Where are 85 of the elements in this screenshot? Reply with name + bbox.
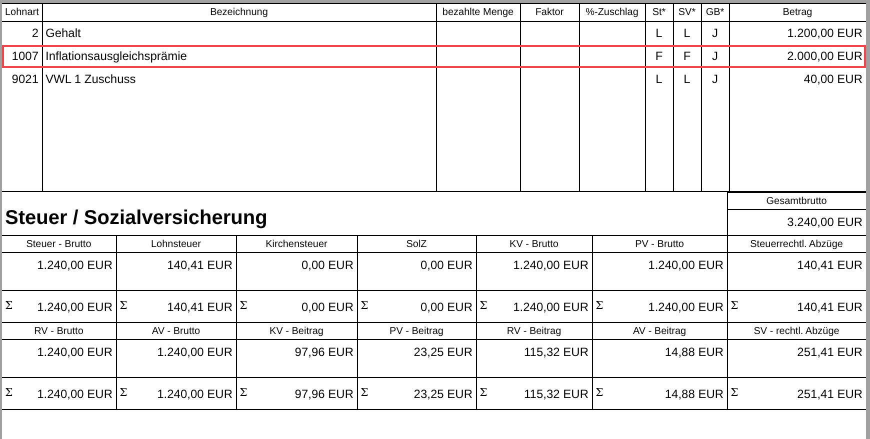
field-label: RV - Beitrag bbox=[476, 322, 592, 340]
sum-sign: Σ bbox=[360, 385, 368, 402]
column-header: %-Zuschlag bbox=[579, 4, 645, 22]
sum-value: 1.240,00 EUR bbox=[648, 298, 724, 316]
sum-value: 140,41 EUR bbox=[167, 298, 232, 316]
sum-value: 1.240,00 EUR bbox=[37, 298, 112, 316]
field-label: RV - Brutto bbox=[2, 322, 116, 340]
sum-sign: Σ bbox=[5, 298, 13, 314]
field-label: KV - Beitrag bbox=[236, 322, 357, 340]
field-label: PV - Brutto bbox=[592, 236, 728, 252]
sum-value: 251,41 EUR bbox=[797, 386, 863, 402]
sum-sign: Σ bbox=[730, 385, 738, 402]
table-cell: 2.000,00 EUR bbox=[729, 44, 866, 68]
field-label: SolZ bbox=[357, 236, 476, 252]
field-label: Lohnsteuer bbox=[116, 236, 236, 252]
column-header: St* bbox=[645, 4, 673, 22]
field-value: 1.240,00 EUR bbox=[2, 340, 116, 378]
table-cell: F bbox=[645, 44, 673, 68]
table-row[interactable]: 2 Gehalt L L J 1.200,00 EUR bbox=[2, 22, 866, 44]
sum-value: 23,25 EUR bbox=[414, 386, 472, 402]
field-value: 97,96 EUR bbox=[236, 340, 357, 378]
table-cell: L bbox=[673, 68, 701, 90]
table-cell: 40,00 EUR bbox=[729, 68, 866, 90]
field-value: 0,00 EUR bbox=[357, 252, 476, 290]
total-value: 3.240,00 EUR bbox=[786, 214, 864, 231]
sum-value: 115,32 EUR bbox=[524, 386, 588, 402]
sum-sign: Σ bbox=[5, 385, 13, 402]
table-cell: Gehalt bbox=[42, 22, 436, 44]
table-cell: 1007 bbox=[2, 44, 42, 68]
table-row[interactable]: 9021 VWL 1 Zuschuss L L J 40,00 EUR bbox=[2, 68, 866, 90]
sum-sign: Σ bbox=[120, 298, 128, 314]
field-value: 14,88 EUR bbox=[592, 340, 728, 378]
field-label: PV - Beitrag bbox=[357, 322, 476, 340]
table-cell: Inflationsausgleichsprämie bbox=[42, 44, 436, 68]
sum-value: 0,00 EUR bbox=[301, 298, 354, 316]
sum-value: 14,88 EUR bbox=[664, 386, 724, 402]
column-header: SV* bbox=[673, 4, 701, 22]
field-value: 115,32 EUR bbox=[476, 340, 592, 378]
sum-value: 0,00 EUR bbox=[420, 298, 472, 316]
column-header: Betrag bbox=[729, 4, 866, 22]
table-cell: L bbox=[673, 22, 701, 44]
table-cell: J bbox=[701, 22, 729, 44]
table-cell: 1.200,00 EUR bbox=[729, 22, 866, 44]
field-value: 140,41 EUR bbox=[116, 252, 236, 290]
sum-sign: Σ bbox=[360, 298, 368, 314]
field-label: Steuer - Brutto bbox=[2, 236, 116, 252]
table-cell: L bbox=[645, 22, 673, 44]
field-value: 1.240,00 EUR bbox=[2, 252, 116, 290]
sum-value: 1.240,00 EUR bbox=[37, 386, 112, 402]
field-value: 1.240,00 EUR bbox=[592, 252, 728, 290]
sum-value: 1.240,00 EUR bbox=[513, 298, 588, 316]
field-label: Kirchensteuer bbox=[236, 236, 357, 252]
field-label: AV - Beitrag bbox=[592, 322, 728, 340]
column-header: Faktor bbox=[520, 4, 579, 22]
sum-sign: Σ bbox=[240, 298, 248, 314]
column-header: Bezeichnung bbox=[42, 4, 436, 22]
table-cell: J bbox=[701, 68, 729, 90]
sum-value: 1.240,00 EUR bbox=[157, 386, 232, 402]
field-label: AV - Brutto bbox=[116, 322, 236, 340]
table-cell: J bbox=[701, 44, 729, 68]
sum-sign: Σ bbox=[120, 385, 128, 402]
column-header: Lohnart bbox=[2, 4, 42, 22]
sum-sign: Σ bbox=[480, 298, 488, 314]
sum-sign: Σ bbox=[596, 385, 604, 402]
total-label: Gesamtbrutto bbox=[728, 193, 866, 210]
table-cell: 9021 bbox=[2, 68, 42, 90]
field-value: 1.240,00 EUR bbox=[116, 340, 236, 378]
column-header: bezahlte Menge bbox=[436, 4, 520, 22]
table-row[interactable]: 1007 Inflationsausgleichsprämie F F J 2.000,00 EUR bbox=[2, 44, 866, 68]
field-value: 1.240,00 EUR bbox=[476, 252, 592, 290]
sum-sign: Σ bbox=[730, 298, 738, 314]
column-header: GB* bbox=[701, 4, 729, 22]
sum-value: 140,41 EUR bbox=[797, 298, 863, 316]
sum-sign: Σ bbox=[240, 385, 248, 402]
sum-sign: Σ bbox=[480, 385, 488, 402]
table-cell: L bbox=[645, 68, 673, 90]
field-value: 23,25 EUR bbox=[357, 340, 476, 378]
sum-value: 97,96 EUR bbox=[294, 386, 354, 402]
table-cell: 2 bbox=[2, 22, 42, 44]
table-cell: VWL 1 Zuschuss bbox=[42, 68, 436, 90]
table-cell: F bbox=[673, 44, 701, 68]
field-label: KV - Brutto bbox=[476, 236, 592, 252]
field-value: 0,00 EUR bbox=[236, 252, 357, 290]
sum-sign: Σ bbox=[596, 298, 604, 314]
section-title: Steuer / Sozialversicherung bbox=[5, 206, 268, 231]
